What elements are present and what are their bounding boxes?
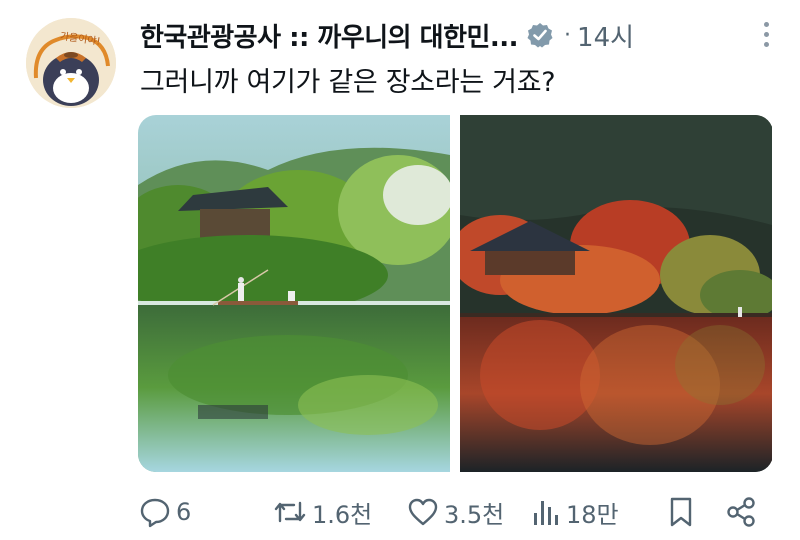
views-chart-icon xyxy=(530,495,562,529)
media-grid xyxy=(138,115,773,472)
separator-dot: · xyxy=(564,22,572,48)
views-button[interactable]: 18만 xyxy=(530,495,619,530)
autumn-lake-pavilion-image[interactable] xyxy=(460,115,772,472)
like-count: 3.5천 xyxy=(444,500,505,529)
summer-lake-pavilion-image[interactable] xyxy=(138,115,450,472)
heart-icon xyxy=(406,495,440,529)
tweet-text: 그러니까 여기가 같은 장소라는 거죠? xyxy=(140,67,556,98)
reply-button[interactable]: 6 xyxy=(138,495,191,529)
bookmark-button[interactable] xyxy=(666,495,696,529)
more-options-icon[interactable] xyxy=(762,22,770,52)
tweet-header: 한국관광공사 :: 까우니의 대한민... · 14시 xyxy=(140,14,780,56)
retweet-count: 1.6천 xyxy=(312,500,373,529)
view-count: 18만 xyxy=(566,500,619,529)
retweet-button[interactable]: 1.6천 xyxy=(272,495,372,530)
verified-badge-icon xyxy=(526,21,554,49)
retweet-icon xyxy=(272,495,308,529)
display-name[interactable]: 한국관광공사 :: 까우니의 대한민... xyxy=(140,17,519,54)
avatar[interactable]: 가을이야! xyxy=(26,18,116,108)
share-button[interactable] xyxy=(724,495,758,529)
bookmark-icon xyxy=(666,495,696,529)
reply-count: 6 xyxy=(176,498,192,526)
share-icon xyxy=(724,495,758,529)
timestamp[interactable]: 14시 xyxy=(577,17,634,54)
reply-icon xyxy=(138,495,172,529)
like-button[interactable]: 3.5천 xyxy=(406,495,504,530)
action-bar: 6 1.6천 3.5천 18만 xyxy=(138,492,763,532)
